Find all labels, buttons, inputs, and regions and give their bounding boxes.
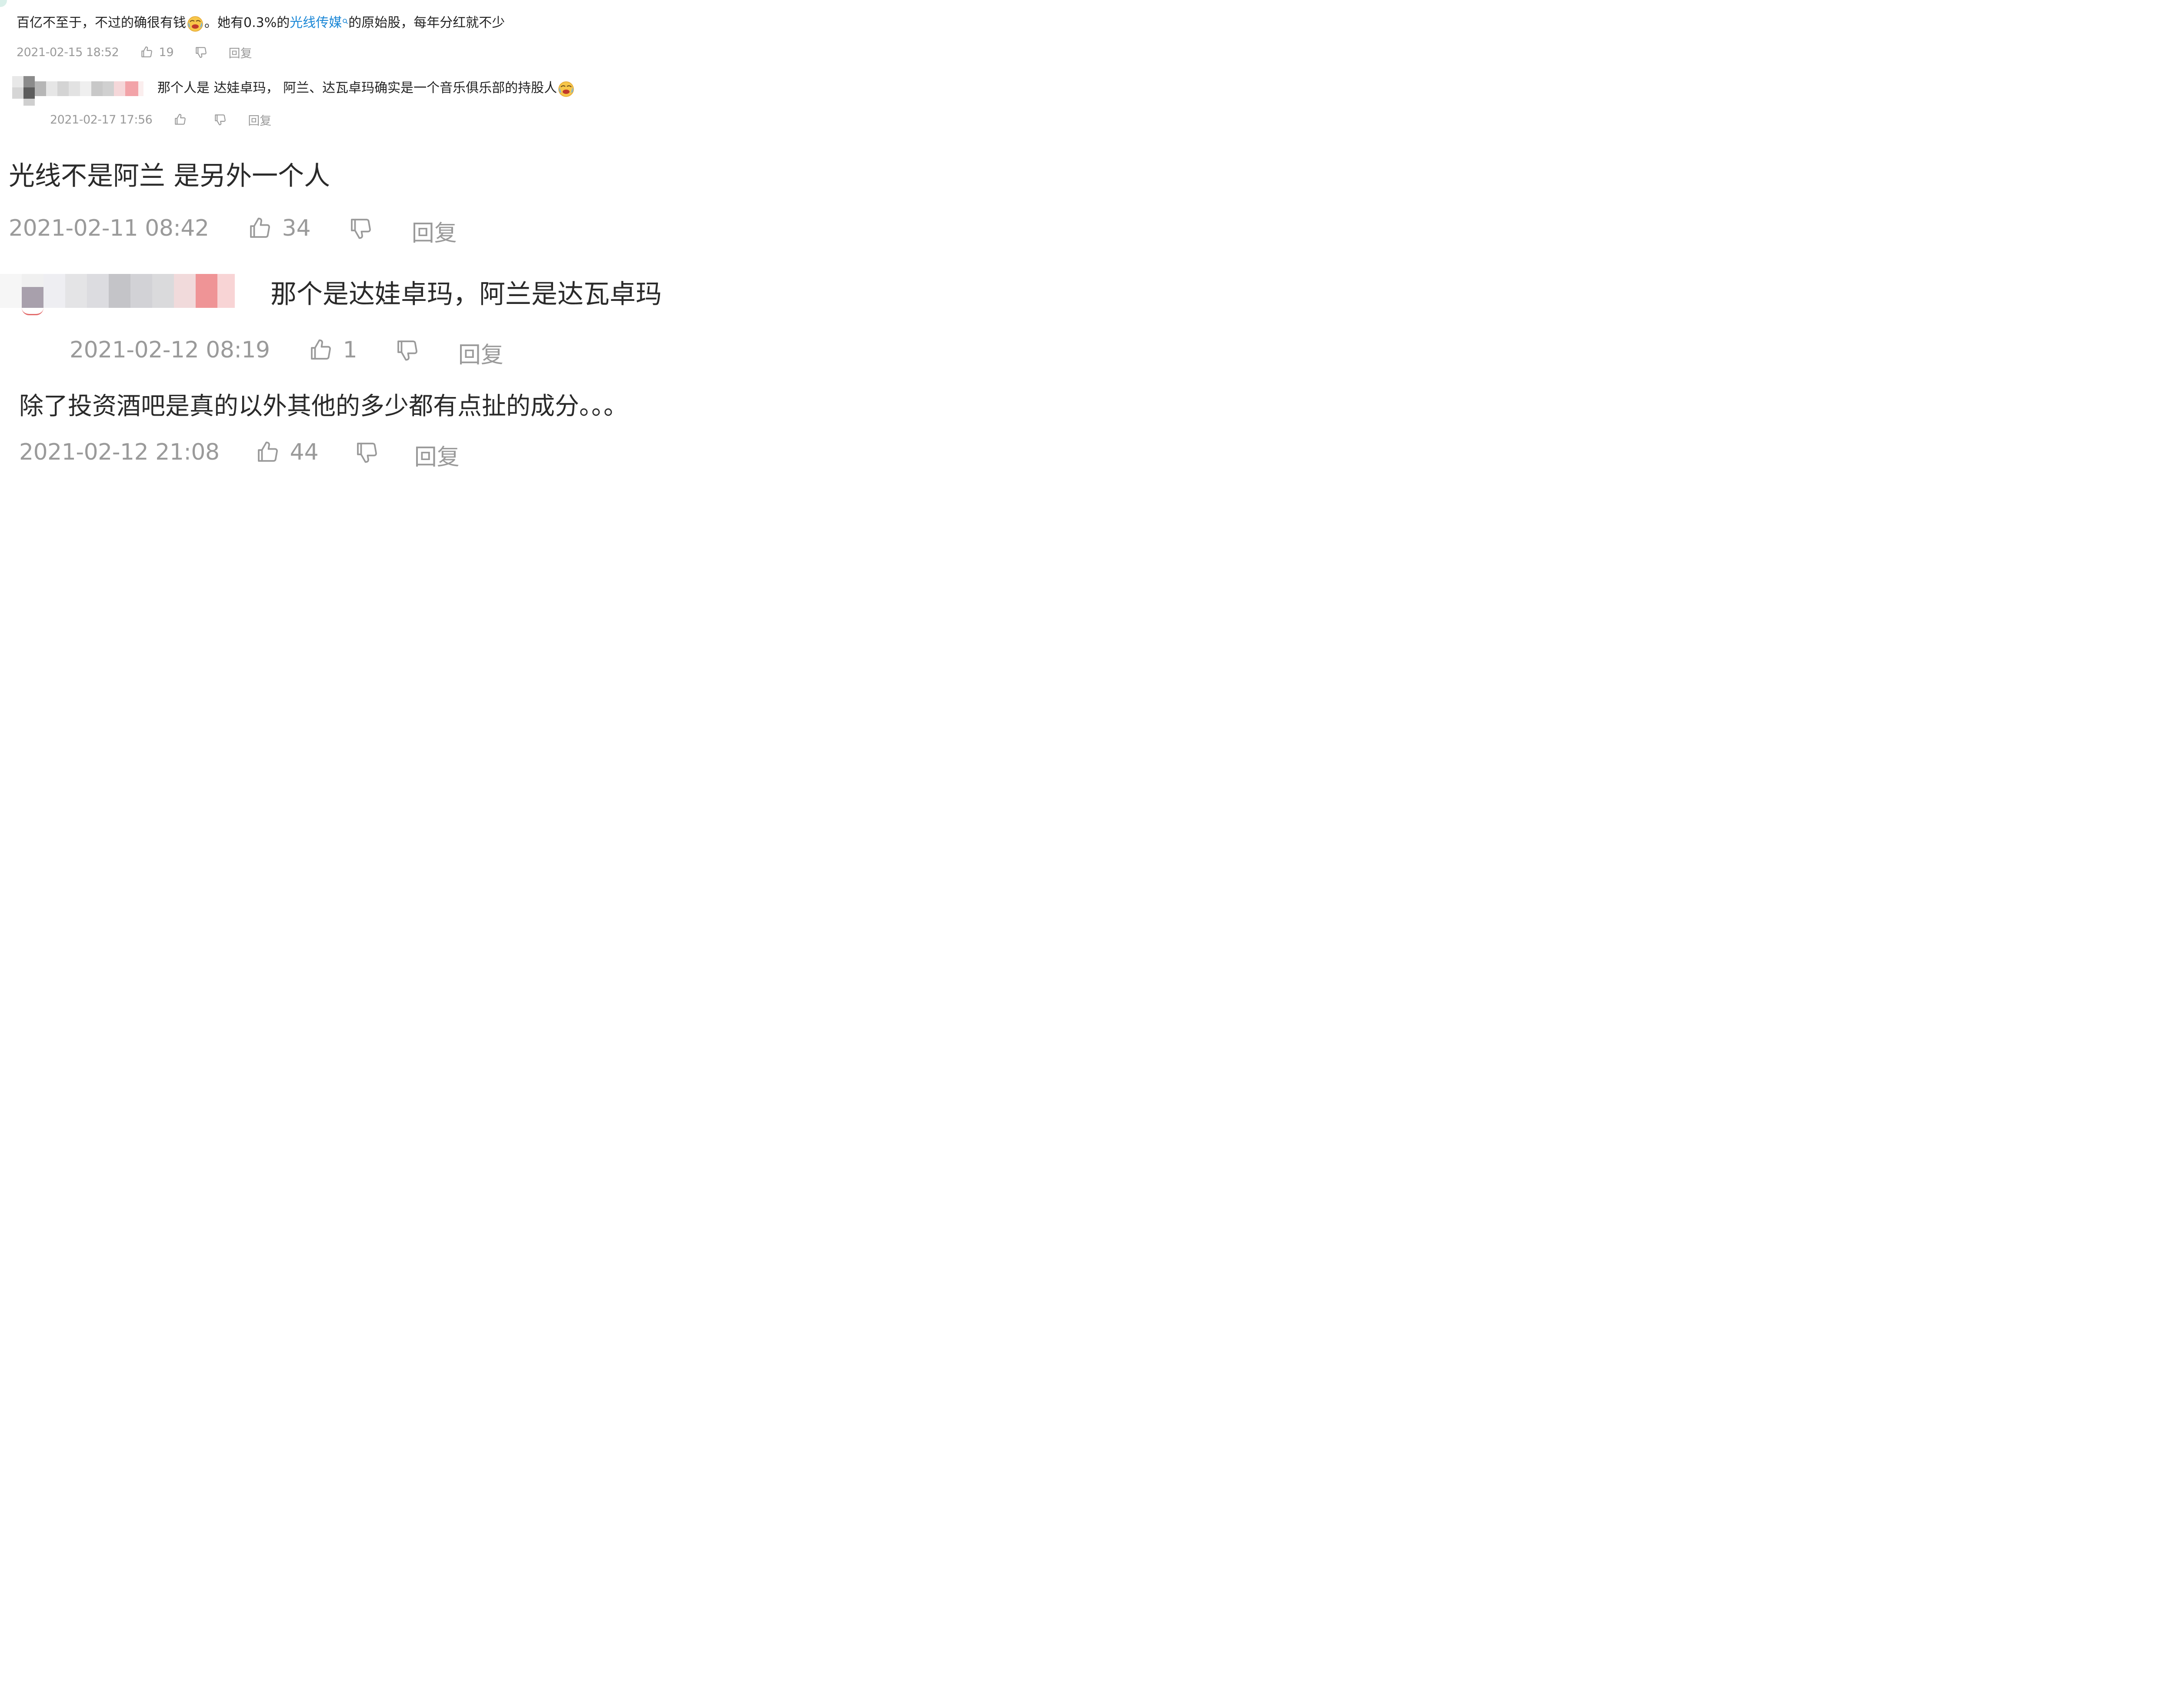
mosaic-block xyxy=(65,274,87,308)
timestamp: 2021-02-15 18:52 xyxy=(17,45,119,59)
like-button[interactable]: 44 xyxy=(254,439,319,465)
like-button[interactable]: 19 xyxy=(140,45,174,59)
comment-meta: 2021-02-15 18:52 19 回复 xyxy=(17,43,252,61)
comment-text: 除了投资酒吧是真的以外其他的多少都有点扯的成分。。。 xyxy=(19,392,628,420)
mosaic-block xyxy=(22,274,43,287)
timestamp: 2021-02-17 17:56 xyxy=(50,113,153,127)
comment-meta: 2021-02-17 17:56 回复 xyxy=(50,111,271,128)
like-button[interactable] xyxy=(173,113,187,127)
like-button[interactable]: 1 xyxy=(307,337,357,363)
mosaic-block xyxy=(22,308,43,315)
search-icon xyxy=(342,18,348,26)
dislike-button[interactable] xyxy=(347,215,373,241)
username-mosaic-column xyxy=(23,76,35,106)
thumbs-down-icon xyxy=(195,47,207,58)
like-button[interactable]: 34 xyxy=(247,215,311,241)
reply-button[interactable]: 回复 xyxy=(248,111,271,128)
topic-link-label: 光线传媒 xyxy=(290,15,342,30)
mosaic-block xyxy=(103,81,114,96)
mosaic-block xyxy=(196,274,217,308)
reply-button[interactable]: 回复 xyxy=(458,331,503,369)
comment-text: 光线不是阿兰 是另外一个人 xyxy=(9,161,330,191)
mosaic-block xyxy=(114,81,125,96)
username-mosaic-column xyxy=(12,76,23,106)
like-count: 44 xyxy=(290,439,319,465)
timestamp: 2021-02-12 08:19 xyxy=(70,337,270,363)
pixelated-username xyxy=(12,76,143,106)
mosaic-block xyxy=(130,274,152,308)
comment-meta: 2021-02-12 08:19 1 回复 xyxy=(70,335,503,368)
crying-laugh-emoji-icon xyxy=(187,16,203,32)
mosaic-block xyxy=(23,76,35,87)
thumbs-up-icon xyxy=(141,46,153,57)
crying-laugh-emoji-icon xyxy=(558,81,574,97)
like-count: 1 xyxy=(343,337,357,363)
timestamp: 2021-02-11 08:42 xyxy=(9,215,209,241)
avatar-edge-decoration xyxy=(0,0,7,7)
mosaic-block xyxy=(23,99,35,106)
thumbs-up-icon xyxy=(175,113,186,125)
comment-text-part: 的原始股，每年分红就不少 xyxy=(348,15,505,30)
thumbs-down-icon xyxy=(397,340,417,361)
mosaic-block xyxy=(87,274,109,308)
comment-text-part: 那个人是 达娃卓玛， 阿兰、达瓦卓玛确实是一个音乐俱乐部的持股人 xyxy=(157,80,557,96)
mosaic-block xyxy=(43,274,65,308)
topic-link[interactable]: 光线传媒 xyxy=(290,15,348,30)
mosaic-block xyxy=(0,274,22,308)
mosaic-block xyxy=(91,81,103,96)
thumbs-down-icon xyxy=(215,114,226,126)
thumbs-down-icon xyxy=(350,219,371,239)
like-count: 34 xyxy=(282,215,311,241)
mosaic-block xyxy=(138,81,143,96)
dislike-button[interactable] xyxy=(353,439,380,465)
comment-text: 那个人是 达娃卓玛， 阿兰、达瓦卓玛确实是一个音乐俱乐部的持股人 xyxy=(157,78,575,98)
thumbs-up-icon xyxy=(250,217,270,238)
dislike-button[interactable] xyxy=(194,45,208,59)
dislike-button[interactable] xyxy=(394,337,420,363)
mosaic-block xyxy=(217,274,235,308)
comment-text: 百亿不至于，不过的确很有钱 。她有0.3%的光线传媒 的原始股，每年分红就不少 xyxy=(17,13,505,33)
comment-text-part: 。她有0.3%的 xyxy=(204,15,290,30)
pixelated-username xyxy=(0,274,235,315)
mosaic-block xyxy=(125,81,138,96)
comment-text-part: 百亿不至于，不过的确很有钱 xyxy=(17,15,186,30)
timestamp: 2021-02-12 21:08 xyxy=(19,439,220,465)
mosaic-block xyxy=(46,81,57,96)
mosaic-block xyxy=(57,81,69,96)
username-mosaic-column xyxy=(22,274,43,315)
mosaic-block xyxy=(69,81,80,96)
reply-button[interactable]: 回复 xyxy=(229,44,252,61)
comment-text: 那个是达娃卓玛，阿兰是达瓦卓玛 xyxy=(270,279,662,310)
comment-meta: 2021-02-12 21:08 44 回复 xyxy=(19,437,460,470)
thumbs-down-icon xyxy=(357,443,377,463)
thumbs-up-icon xyxy=(310,339,331,360)
mosaic-block xyxy=(152,274,174,308)
mosaic-block xyxy=(12,87,23,99)
thumbs-up-icon xyxy=(257,441,278,462)
mosaic-block xyxy=(80,81,91,96)
reply-button[interactable]: 回复 xyxy=(412,210,457,247)
mosaic-block xyxy=(35,81,46,96)
mosaic-block xyxy=(22,287,43,308)
dislike-button[interactable] xyxy=(213,113,227,127)
mosaic-block xyxy=(23,87,35,99)
reply-button[interactable]: 回复 xyxy=(414,434,460,471)
mosaic-block xyxy=(174,274,196,308)
like-count: 19 xyxy=(159,45,174,59)
mosaic-block xyxy=(109,274,130,308)
mosaic-block xyxy=(12,76,23,87)
comment-meta: 2021-02-11 08:42 34 回复 xyxy=(9,210,457,247)
